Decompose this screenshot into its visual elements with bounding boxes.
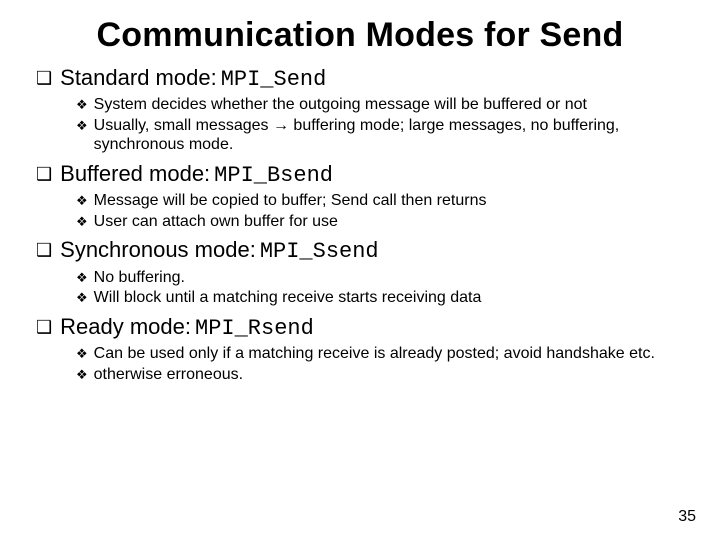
section-code: MPI_Send xyxy=(221,67,327,93)
slide: Communication Modes for Send ❑ Standard … xyxy=(0,0,720,540)
section-code: MPI_Bsend xyxy=(214,163,333,189)
section-heading: ❑ Synchronous mode: MPI_Ssend xyxy=(36,237,690,265)
diamond-bullet-icon: ❖ xyxy=(76,290,88,306)
square-bullet-icon: ❑ xyxy=(36,164,52,186)
diamond-bullet-icon: ❖ xyxy=(76,214,88,230)
sub-item: ❖ No buffering. xyxy=(76,268,690,288)
diamond-bullet-icon: ❖ xyxy=(76,118,88,134)
sub-item: ❖ Message will be copied to buffer; Send… xyxy=(76,191,690,211)
sub-item: ❖ Usually, small messages → buffering mo… xyxy=(76,116,690,155)
section-label: Buffered mode: xyxy=(60,161,210,187)
sub-item-text: Will block until a matching receive star… xyxy=(94,288,690,308)
sub-item-text: No buffering. xyxy=(94,268,690,288)
page-number: 35 xyxy=(678,508,696,526)
square-bullet-icon: ❑ xyxy=(36,240,52,262)
square-bullet-icon: ❑ xyxy=(36,68,52,90)
section-label: Standard mode: xyxy=(60,65,217,91)
sub-item: ❖ otherwise erroneous. xyxy=(76,365,690,385)
diamond-bullet-icon: ❖ xyxy=(76,367,88,383)
sub-item-text: Can be used only if a matching receive i… xyxy=(94,344,690,364)
section-heading: ❑ Standard mode: MPI_Send xyxy=(36,65,690,93)
diamond-bullet-icon: ❖ xyxy=(76,346,88,362)
diamond-bullet-icon: ❖ xyxy=(76,97,88,113)
diamond-bullet-icon: ❖ xyxy=(76,193,88,209)
section-code: MPI_Ssend xyxy=(260,239,379,265)
square-bullet-icon: ❑ xyxy=(36,317,52,339)
section-heading: ❑ Ready mode: MPI_Rsend xyxy=(36,314,690,342)
sub-item: ❖ Will block until a matching receive st… xyxy=(76,288,690,308)
sub-item-text: User can attach own buffer for use xyxy=(94,212,690,232)
sub-item-text: Usually, small messages → buffering mode… xyxy=(94,116,690,155)
sub-list: ❖ System decides whether the outgoing me… xyxy=(76,95,690,155)
sub-item-text: Message will be copied to buffer; Send c… xyxy=(94,191,690,211)
section-code: MPI_Rsend xyxy=(195,316,314,342)
sub-list: ❖ Message will be copied to buffer; Send… xyxy=(76,191,690,231)
section-label: Ready mode: xyxy=(60,314,191,340)
sub-item: ❖ System decides whether the outgoing me… xyxy=(76,95,690,115)
slide-title: Communication Modes for Send xyxy=(30,16,690,55)
sub-list: ❖ No buffering. ❖ Will block until a mat… xyxy=(76,268,690,308)
section-label: Synchronous mode: xyxy=(60,237,256,263)
diamond-bullet-icon: ❖ xyxy=(76,270,88,286)
sub-item-text: System decides whether the outgoing mess… xyxy=(94,95,690,115)
section-heading: ❑ Buffered mode: MPI_Bsend xyxy=(36,161,690,189)
sub-item: ❖ Can be used only if a matching receive… xyxy=(76,344,690,364)
sub-item: ❖ User can attach own buffer for use xyxy=(76,212,690,232)
sub-list: ❖ Can be used only if a matching receive… xyxy=(76,344,690,384)
sub-item-text: otherwise erroneous. xyxy=(94,365,690,385)
